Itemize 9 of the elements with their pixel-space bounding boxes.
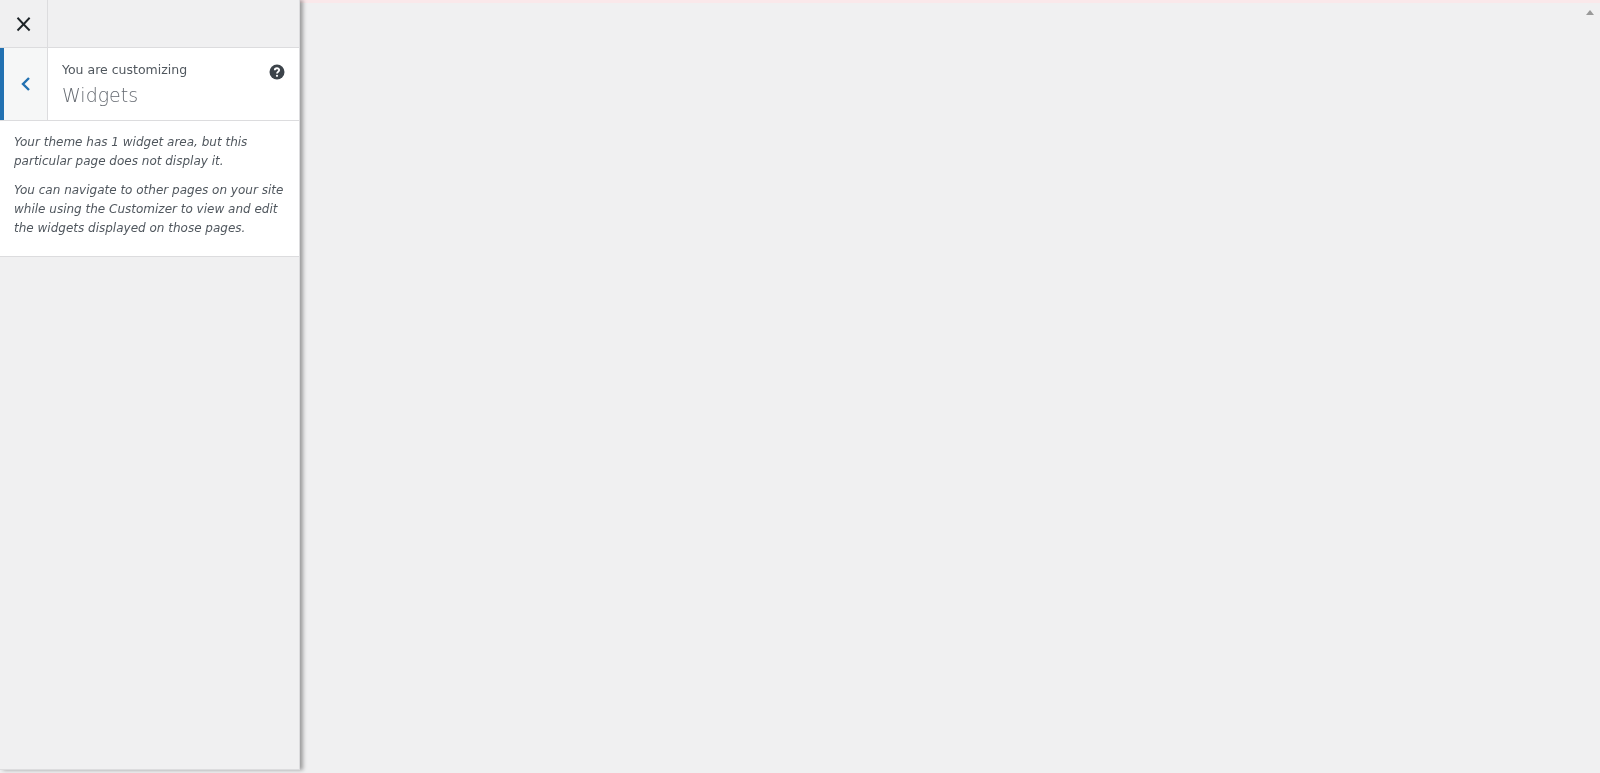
- help-icon[interactable]: [269, 64, 285, 80]
- customizing-label: You are customizing: [62, 62, 188, 77]
- description-text: You can navigate to other pages on your site while using the Customizer to view and edit the widgets displayed on those pages.: [14, 182, 285, 237]
- scroll-up-icon[interactable]: [1586, 10, 1594, 15]
- close-button[interactable]: ×: [0, 0, 48, 47]
- description-text: Your theme has 1 widget area, but this particular page does not display it.: [14, 134, 249, 170]
- back-button[interactable]: [0, 48, 48, 120]
- chevron-left-icon: [20, 77, 31, 91]
- section-title: Widgets: [62, 84, 139, 106]
